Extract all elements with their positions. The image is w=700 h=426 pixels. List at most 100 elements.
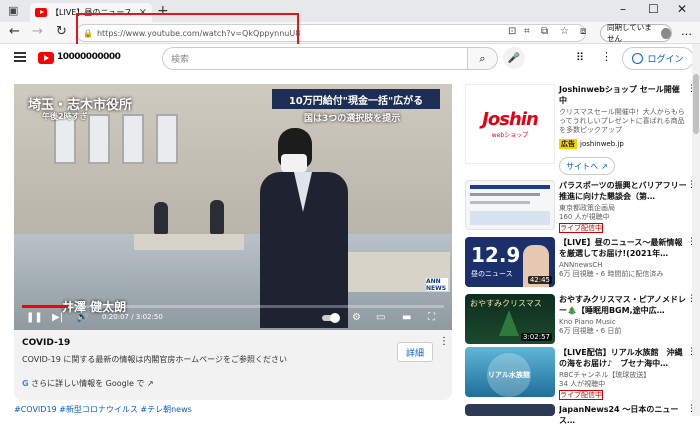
info-description: COVID-19 に関する最新の情報は内閣官房ホームページをご参照ください (22, 355, 287, 364)
search-icon: ⌕ (479, 51, 486, 65)
sync-button[interactable]: 同期していません (600, 23, 672, 43)
maximize-icon[interactable]: ☐ (648, 2, 659, 16)
ad-meta: 広告 joshinweb.jp (559, 139, 624, 149)
extension-icon[interactable]: ⧉ (541, 26, 548, 37)
login-button[interactable]: ログイン (622, 47, 694, 70)
favorites-icon[interactable]: ☆ (560, 26, 569, 37)
hashtags[interactable]: #COVID19 #新型コロナウイルス #テレ朝news (14, 404, 192, 415)
recommendation-title[interactable]: パラスポーツの振興とバリアフリー推進に向けた懇談会（第… (559, 180, 687, 202)
scene-person (210, 200, 224, 234)
play-icon[interactable]: ❚❚ (26, 312, 43, 323)
joshin-logo: Joshin webショップ (465, 84, 555, 164)
recommendation-title[interactable]: 【LIVE】昼のニュース～最新情報を厳選してお届け!(2021年… (559, 237, 687, 259)
autoplay-toggle[interactable] (322, 313, 340, 323)
thumb-caption-text: 昼のニュース (471, 270, 513, 278)
recommendation-title[interactable]: JapanNews24 ～日本のニュース… (559, 404, 687, 426)
info-more-icon[interactable]: ⋮ (439, 336, 449, 347)
recommendation-item[interactable]: おやすみクリスマス 3:02:57 おやすみクリスマス・ピアノメドレー🎄【睡眠用… (465, 294, 696, 352)
google-search-link[interactable]: G さらに詳しい情報を Google で ↗ (22, 378, 154, 389)
back-icon[interactable]: ← (9, 24, 20, 39)
visit-site-button[interactable]: サイトへ ↗ (559, 157, 615, 175)
browser-menu-icon[interactable]: … (681, 25, 692, 38)
headline-caption: 10万円給付"現金一括"広がる (272, 89, 440, 109)
microphone-button[interactable]: 🎤 (503, 47, 525, 69)
search-input[interactable]: 検索 (162, 47, 468, 70)
sync-label: 同期していません (607, 23, 652, 43)
ad-title[interactable]: Joshinwebショップ セール開催中 (559, 84, 687, 106)
channel-name[interactable]: RBCチャンネル【琉球放送】 (559, 371, 650, 380)
highlight-box (76, 13, 299, 47)
hamburger-menu-icon[interactable] (14, 52, 26, 62)
subheadline-caption: 国は3つの選択肢を提示 (304, 114, 401, 124)
recommendation-title[interactable]: おやすみクリスマス・ピアノメドレー🎄【睡眠用BGM,途中広… (559, 294, 687, 316)
recommendation-item[interactable]: リアル水族館 【LIVE配信】リアル水族館 沖縄の海をお届け♪ ブセナ海中… R… (465, 347, 696, 405)
progress-bar[interactable] (22, 305, 444, 308)
youtube-header: 10000000000 検索 ⌕ 🎤 ⠿ ⋮ ログイン (0, 44, 700, 74)
close-window-icon[interactable]: ✕ (677, 2, 687, 16)
scrollbar-thumb[interactable] (693, 74, 699, 134)
joshin-logo-text: Joshin (482, 109, 539, 130)
video-duration: 42:45 (527, 276, 552, 284)
channel-name[interactable]: 東京都政策企画局 (559, 204, 615, 213)
recommendation-item[interactable]: JapanNews24 ～日本のニュース… ⋮ (465, 404, 696, 425)
forward-icon[interactable]: → (32, 24, 43, 39)
user-icon (632, 53, 644, 64)
search-placeholder: 検索 (171, 55, 190, 65)
settings-gear-icon[interactable]: ⚙ (352, 312, 361, 323)
video-player[interactable]: 埼玉・志木市役所 午後2時すぎ 10万円給付"現金一括"広がる 国は3つの選択肢… (14, 84, 452, 330)
youtube-logo-icon[interactable] (38, 52, 54, 64)
video-thumbnail[interactable]: おやすみクリスマス 3:02:57 (465, 294, 555, 344)
detail-button[interactable]: 詳細 (397, 342, 433, 362)
scene-window (122, 114, 144, 164)
video-thumbnail[interactable]: 12.9 昼のニュース 42:45 (465, 237, 555, 287)
channel-name[interactable]: ANNnewsCH (559, 261, 603, 270)
recommendation-item[interactable]: 12.9 昼のニュース 42:45 【LIVE】昼のニュース～最新情報を厳選して… (465, 237, 696, 295)
thumb-date-text: 12.9 (471, 243, 521, 267)
time-display: 0:20:07 / 3:02:50 (102, 313, 163, 321)
read-aloud-icon[interactable]: ⊡ (508, 26, 516, 37)
youtube-logo-text[interactable]: 10000000000 (57, 52, 121, 62)
video-duration: 3:02:57 (521, 333, 552, 341)
visit-site-label: サイトへ (566, 161, 599, 171)
progress-fill (22, 305, 69, 308)
theater-mode-icon[interactable]: ▬ (402, 312, 411, 323)
live-badge: ライブ配信中 (559, 223, 603, 233)
reporter-figure (260, 128, 348, 328)
ad-description: クリスマスセール開催中！大人からもらってうれしいプレゼントに喜ばれる商品を多数ピ… (559, 108, 685, 134)
covid-info-panel: COVID-19 COVID-19 に関する最新の情報は内閣官房ホームページをご… (14, 330, 452, 400)
joshin-logo-subtext: webショップ (491, 132, 529, 139)
external-link-icon: ↗ (146, 379, 154, 388)
channel-name[interactable]: Kno Piano Music (559, 318, 616, 327)
tab-actions-icon[interactable]: ▣ (8, 4, 18, 17)
info-title: COVID-19 (22, 338, 71, 348)
settings-menu-icon[interactable]: ⋮ (601, 50, 612, 63)
view-count: 160 人が視聴中 (559, 213, 610, 221)
video-thumbnail[interactable] (465, 404, 555, 416)
recommendation-title[interactable]: 【LIVE配信】リアル水族館 沖縄の海をお届け♪ ブセナ海中… (559, 347, 687, 369)
refresh-icon[interactable]: ↻ (56, 24, 67, 39)
scene-window (156, 114, 178, 164)
apps-icon[interactable]: ⌗ (524, 26, 530, 37)
microphone-icon: 🎤 (507, 52, 521, 64)
login-label: ログイン (647, 55, 684, 65)
recommendation-item[interactable]: パラスポーツの振興とバリアフリー推進に向けた懇談会（第… 東京都政策企画局 16… (465, 180, 696, 238)
scene-desk (134, 234, 244, 250)
ad-domain: joshinweb.jp (580, 140, 624, 148)
search-button[interactable]: ⌕ (468, 47, 498, 70)
youtube-favicon-icon (35, 8, 47, 17)
video-thumbnail[interactable]: リアル水族館 (465, 347, 555, 397)
minimize-icon[interactable]: – (620, 2, 626, 16)
page-scrollbar[interactable] (692, 44, 700, 416)
video-thumbnail[interactable] (465, 180, 555, 230)
volume-icon[interactable]: 🔊 (76, 312, 88, 323)
google-g-icon: G (22, 379, 29, 388)
next-icon[interactable]: ▶| (52, 312, 63, 323)
profile-avatar-icon (661, 27, 671, 39)
sidebar-ad[interactable]: Joshin webショップ Joshinwebショップ セール開催中 クリスマ… (465, 84, 696, 180)
fullscreen-icon[interactable]: ⛶ (428, 312, 435, 323)
miniplayer-icon[interactable]: ▭ (376, 312, 385, 323)
view-count: 6万 回視聴・6 日前 (559, 327, 622, 335)
live-badge: ライブ配信中 (559, 390, 603, 400)
youtube-apps-icon[interactable]: ⠿ (576, 51, 584, 64)
collections-icon[interactable]: ⧈ (580, 26, 586, 37)
